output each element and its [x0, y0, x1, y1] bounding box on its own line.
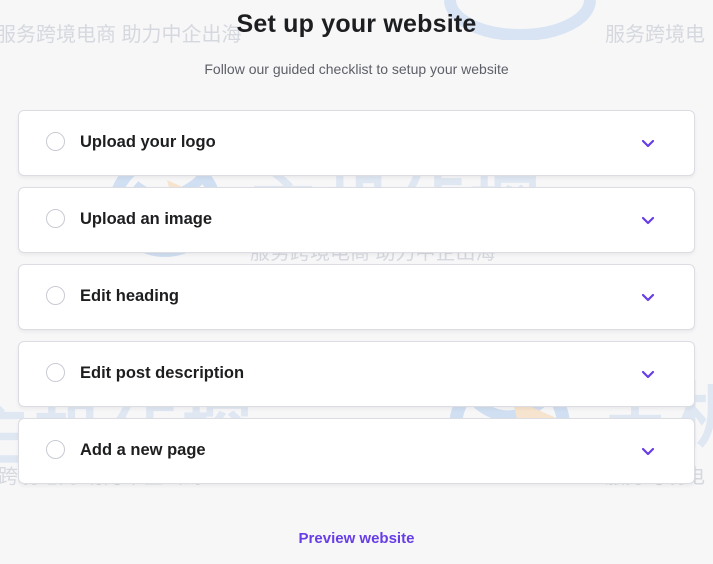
empty-circle-icon[interactable]: [46, 132, 65, 151]
checklist-item-label: Upload your logo: [80, 133, 216, 151]
checklist-item-upload-logo[interactable]: Upload your logo: [18, 110, 695, 176]
chevron-down-icon[interactable]: [640, 212, 656, 228]
preview-website-link[interactable]: Preview website: [0, 530, 713, 547]
checklist-item-edit-heading[interactable]: Edit heading: [18, 264, 695, 330]
empty-circle-icon[interactable]: [46, 440, 65, 459]
empty-circle-icon[interactable]: [46, 286, 65, 305]
checklist-item-label: Add a new page: [80, 441, 206, 459]
page-subtitle: Follow our guided checklist to setup you…: [204, 61, 509, 77]
checklist-item-label: Upload an image: [80, 210, 213, 228]
chevron-down-icon[interactable]: [640, 443, 656, 459]
chevron-down-icon[interactable]: [640, 366, 656, 382]
empty-circle-icon[interactable]: [46, 209, 65, 228]
empty-circle-icon[interactable]: [46, 363, 65, 382]
setup-website-page: 服务跨境电商 助力中企出海 服务跨境电 服务跨境电商 助力中企出海 跨境电商 助…: [0, 0, 713, 564]
checklist-item-add-new-page[interactable]: Add a new page: [18, 418, 695, 484]
checklist-item-upload-image[interactable]: Upload an image: [18, 187, 695, 253]
checklist-item-edit-post-description[interactable]: Edit post description: [18, 341, 695, 407]
checklist-item-label: Edit post description: [80, 364, 245, 382]
page-title: Set up your website: [236, 10, 477, 38]
chevron-down-icon[interactable]: [640, 289, 656, 305]
chevron-down-icon[interactable]: [640, 135, 656, 151]
checklist-item-label: Edit heading: [80, 287, 179, 305]
